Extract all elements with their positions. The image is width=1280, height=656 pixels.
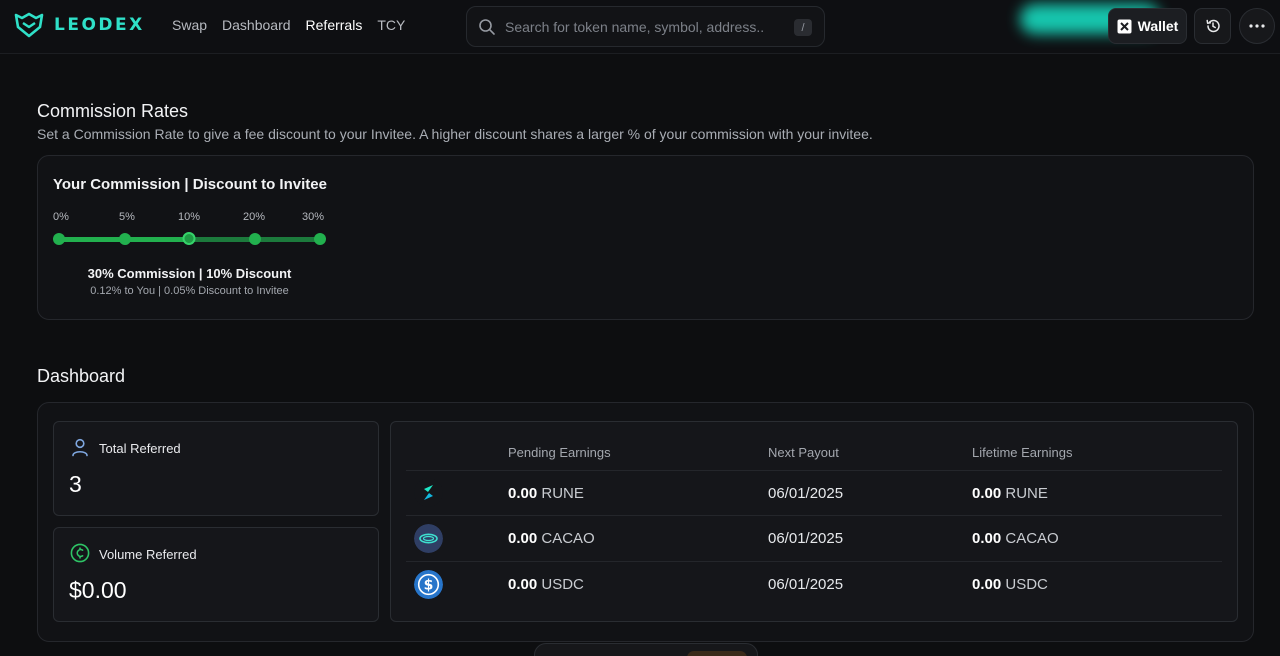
nav-referrals[interactable]: Referrals: [306, 17, 363, 33]
bottom-action-accent: [687, 651, 747, 656]
search-input[interactable]: [505, 16, 765, 38]
total-referred-label: Total Referred: [99, 441, 181, 456]
volume-referred-value: $0.00: [69, 577, 127, 603]
search-shortcut-key: /: [794, 19, 812, 36]
tick-label: 20%: [242, 211, 266, 223]
column-header-next-payout: Next Payout: [768, 445, 839, 460]
wallet-icon: [1117, 19, 1132, 33]
tick-label: 30%: [301, 211, 325, 223]
tick-label: 5%: [119, 211, 135, 223]
wallet-button[interactable]: Wallet: [1108, 8, 1187, 44]
row-divider: [406, 515, 1222, 516]
slider-stop[interactable]: [249, 233, 261, 245]
nav-tcy[interactable]: TCY: [377, 17, 405, 33]
volume-referred-card: Volume Referred $0.00: [53, 527, 379, 622]
search-bar: /: [466, 6, 825, 47]
table-row-rune-lifetime: 0.00 RUNE: [972, 485, 1048, 502]
cacao-icon: [414, 524, 443, 553]
rune-icon: [414, 478, 443, 507]
history-button[interactable]: [1194, 8, 1231, 44]
commission-title: Commission Rates: [37, 101, 189, 121]
table-row-usdc-next-payout: 06/01/2025: [768, 576, 844, 593]
search-icon: [479, 19, 495, 35]
wallet-label: Wallet: [1137, 18, 1179, 34]
user-icon: [72, 438, 88, 457]
row-divider: [406, 561, 1222, 562]
slider-stop[interactable]: [314, 233, 326, 245]
table-row-rune-pending: 0.00 RUNE: [508, 485, 584, 502]
table-row-cacao-lifetime: 0.00 CACAO: [972, 530, 1059, 547]
svg-text:$: $: [424, 578, 434, 594]
tick-label: 10%: [177, 211, 201, 223]
tick-label: 0%: [53, 211, 69, 223]
row-divider: [406, 470, 1222, 471]
table-row-usdc-lifetime: 0.00 USDC: [972, 576, 1048, 593]
logo-text: LEODEX: [54, 15, 145, 35]
commission-detail: 0.12% to You | 0.05% Discount to Invitee: [90, 285, 289, 297]
dashboard-title: Dashboard: [37, 366, 126, 386]
column-header-lifetime: Lifetime Earnings: [972, 445, 1073, 460]
logo[interactable]: LEODEX: [14, 12, 145, 38]
more-options-button[interactable]: [1239, 8, 1275, 44]
nav-dashboard[interactable]: Dashboard: [222, 17, 291, 33]
usdc-icon: $: [414, 570, 443, 599]
more-icon: [1249, 24, 1265, 28]
column-header-pending: Pending Earnings: [508, 445, 611, 460]
nav-swap[interactable]: Swap: [172, 17, 207, 33]
commission-subtitle: Set a Commission Rate to give a fee disc…: [37, 126, 873, 142]
volume-referred-label: Volume Referred: [99, 547, 197, 562]
commission-summary: 30% Commission | 10% Discount: [87, 266, 292, 281]
commission-heading: Your Commission | Discount to Invitee: [53, 176, 327, 193]
bottom-action-bar[interactable]: [534, 643, 758, 656]
currency-icon: [70, 543, 90, 563]
main-nav: Swap Dashboard Referrals TCY: [172, 17, 405, 33]
table-row-cacao-next-payout: 06/01/2025: [768, 530, 844, 547]
table-row-usdc-pending: 0.00 USDC: [508, 576, 584, 593]
slider-handle[interactable]: [182, 232, 196, 245]
total-referred-card: Total Referred 3: [53, 421, 379, 516]
top-bar: LEODEX Swap Dashboard Referrals TCY / Wa…: [0, 0, 1280, 54]
table-row-cacao-pending: 0.00 CACAO: [508, 530, 595, 547]
slider-stop[interactable]: [53, 233, 65, 245]
total-referred-value: 3: [69, 471, 82, 497]
leodex-logo-icon: [14, 12, 44, 38]
slider-stop[interactable]: [119, 233, 131, 245]
history-icon: [1205, 19, 1220, 33]
table-row-rune-next-payout: 06/01/2025: [768, 485, 844, 502]
